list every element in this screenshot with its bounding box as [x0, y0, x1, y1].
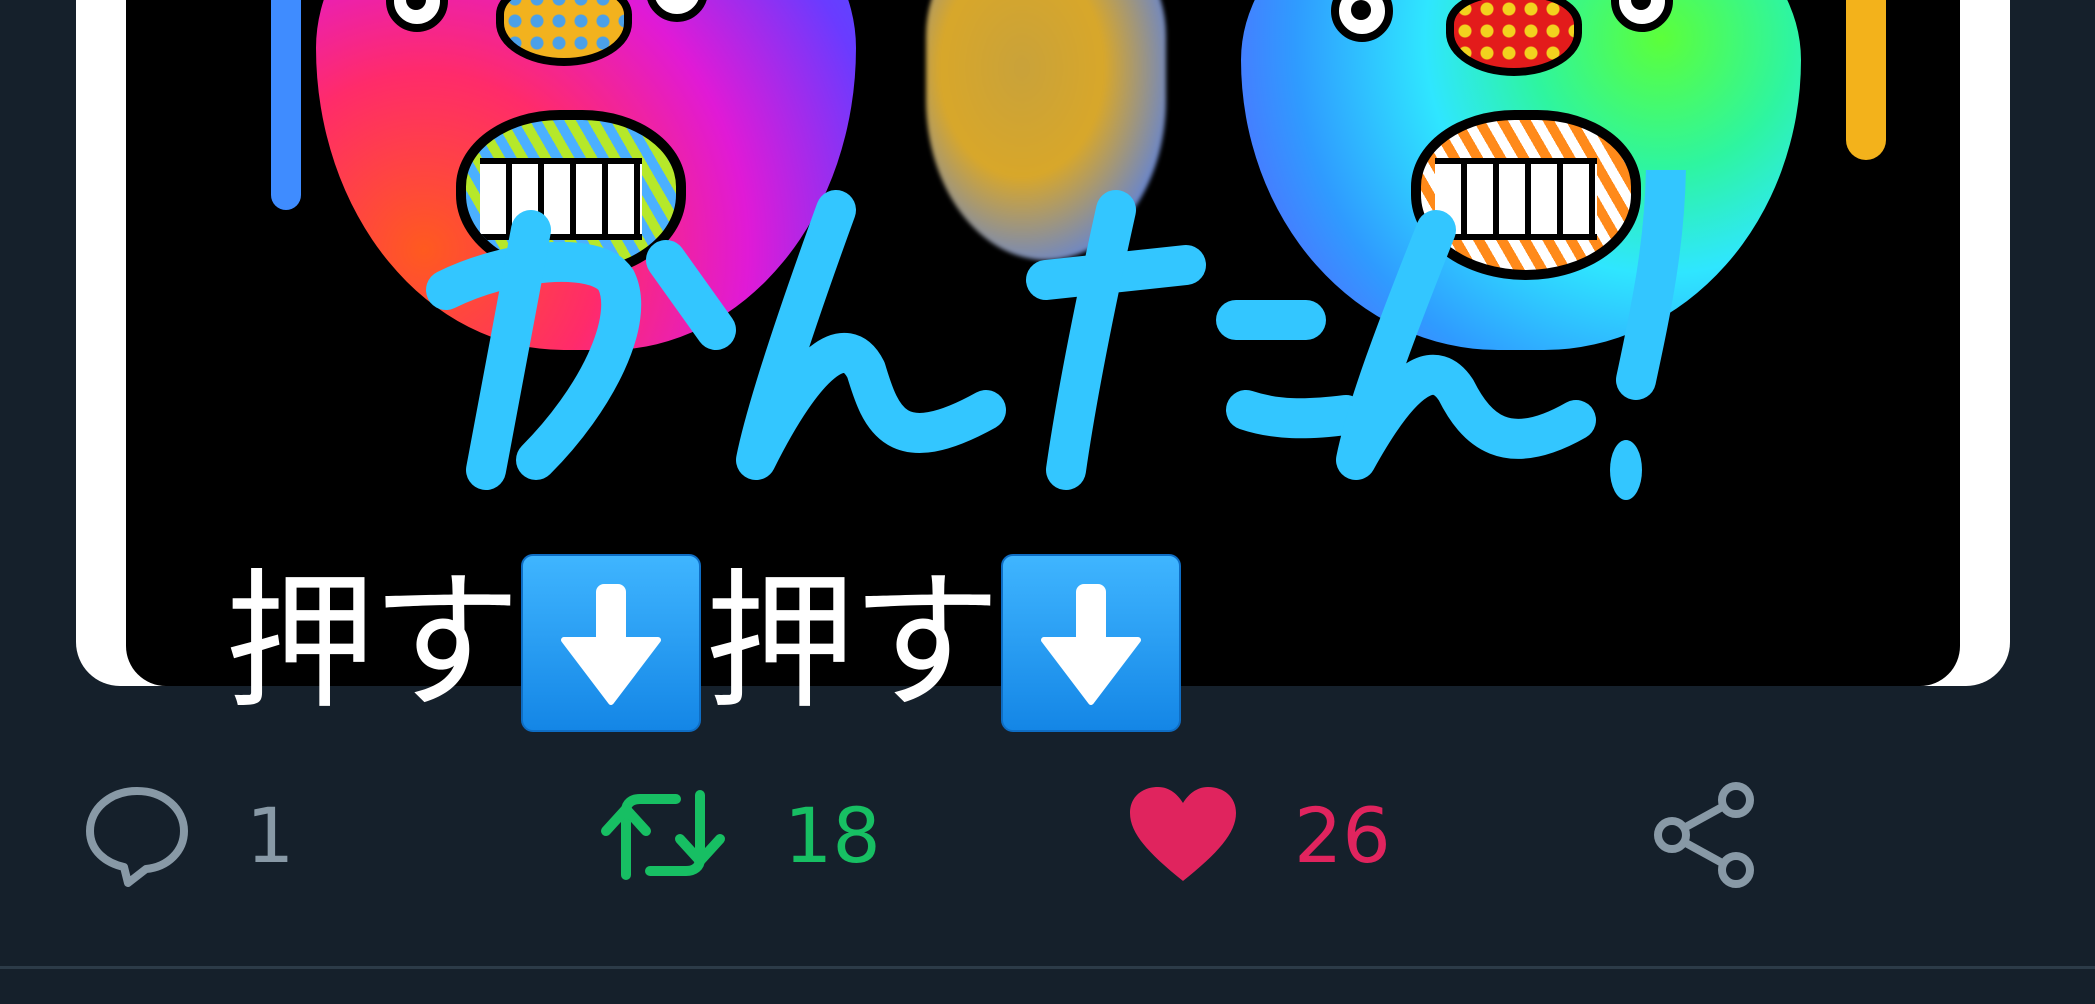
retweet-icon: [601, 790, 725, 880]
handwritten-scribble: [426, 170, 1686, 500]
divider: [0, 966, 2095, 969]
tweet-caption: 押す 押す: [225, 548, 1185, 738]
share-button[interactable]: [1650, 760, 1760, 910]
paint-drip: [271, 0, 301, 210]
tweet-action-bar: 1 18 26: [0, 760, 2095, 910]
eye-icon: [1331, 0, 1393, 42]
share-icon: [1654, 782, 1754, 888]
eye-icon: [386, 0, 448, 32]
eye-icon: [1611, 0, 1673, 32]
eye-icon: [646, 0, 708, 22]
caption-text: 押す: [225, 556, 521, 730]
caption-text: 押す: [705, 556, 1001, 730]
down-arrow-icon: [1001, 554, 1182, 732]
like-count: 26: [1294, 790, 1391, 880]
retweet-button[interactable]: 18: [598, 760, 881, 910]
nose: [1446, 0, 1582, 76]
heart-icon: [1130, 787, 1236, 881]
like-button[interactable]: 26: [1128, 760, 1391, 910]
down-arrow-icon: [521, 554, 702, 732]
nose: [496, 0, 632, 66]
reply-icon: [86, 787, 188, 887]
reply-count: 1: [246, 790, 295, 880]
tweet-view: 押す 押す 1 18 26: [0, 0, 2095, 1004]
paint-drip: [1846, 0, 1886, 160]
reply-button[interactable]: 1: [84, 760, 294, 910]
retweet-count: 18: [784, 790, 881, 880]
